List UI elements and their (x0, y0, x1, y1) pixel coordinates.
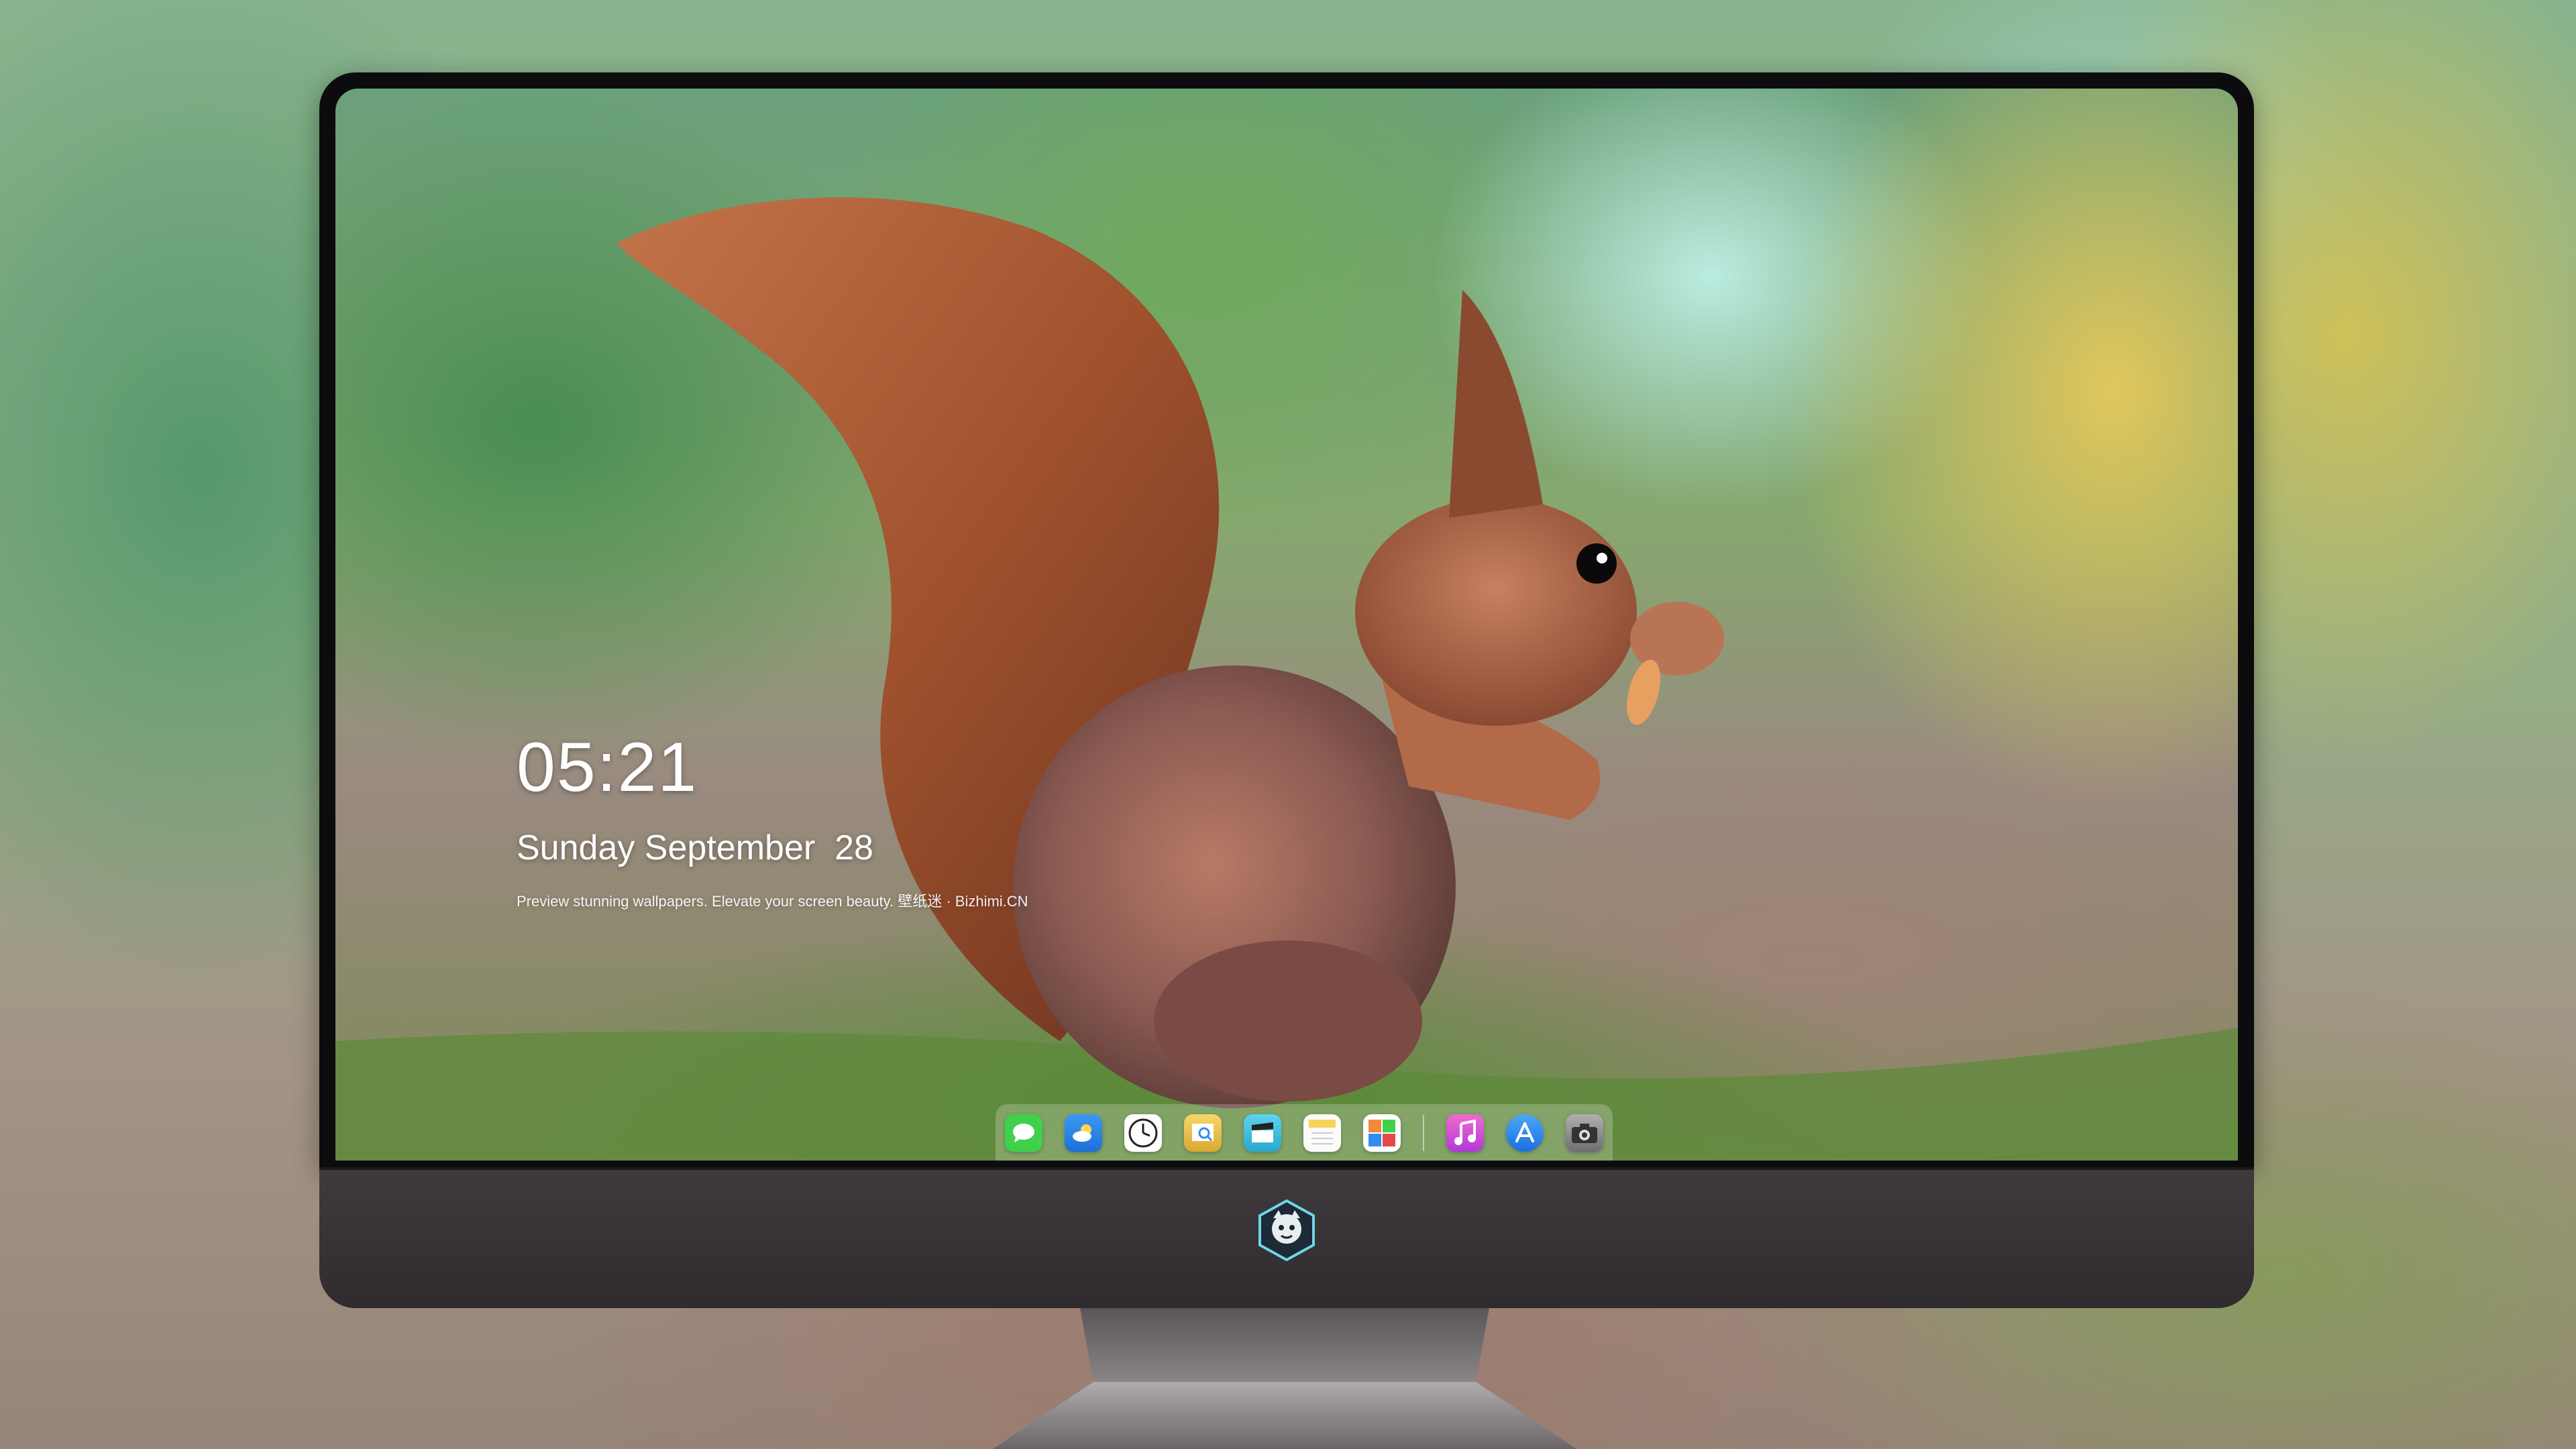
monitor-bezel: 05:21 Sunday September 28 Preview stunni… (319, 72, 2254, 1167)
app-store-icon[interactable] (1506, 1114, 1544, 1152)
squirrel-wallpaper (335, 197, 2238, 1161)
monitor-chin (319, 1167, 2254, 1308)
clock-date: Sunday September 28 (517, 828, 873, 867)
lockscreen-clock-widget: 05:21 Sunday September 28 Preview stunni… (517, 733, 1028, 911)
music-icon[interactable] (1446, 1114, 1484, 1152)
notes-icon[interactable] (1303, 1114, 1341, 1152)
desktop-screen: 05:21 Sunday September 28 Preview stunni… (335, 89, 2238, 1161)
dock-separator (1423, 1115, 1424, 1151)
brand-mascot-logo (1258, 1199, 1315, 1262)
wallpaper-tagline: Preview stunning wallpapers. Elevate you… (517, 893, 1028, 910)
weather-icon[interactable] (1065, 1114, 1102, 1152)
clapperboard-icon[interactable] (1244, 1114, 1281, 1152)
clock-icon[interactable] (1124, 1114, 1162, 1152)
preview-icon[interactable] (1184, 1114, 1222, 1152)
monitor: 05:21 Sunday September 28 Preview stunni… (319, 72, 2254, 1308)
photo-booth-icon[interactable] (1363, 1114, 1401, 1152)
dock (996, 1104, 1613, 1161)
camera-icon[interactable] (1566, 1114, 1603, 1152)
clock-time: 05:21 (517, 729, 698, 806)
messages-icon[interactable] (1005, 1114, 1042, 1152)
monitor-stand (993, 1308, 1576, 1449)
